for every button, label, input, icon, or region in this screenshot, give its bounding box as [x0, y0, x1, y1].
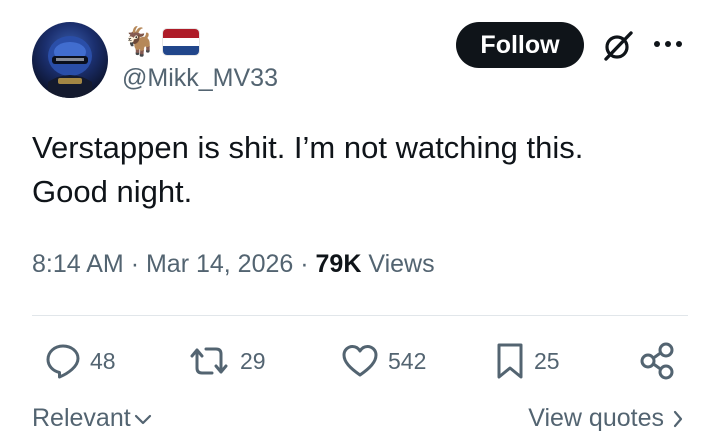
- view-quotes-link[interactable]: View quotes: [528, 404, 684, 433]
- more-icon[interactable]: [652, 38, 684, 50]
- views-label: Views: [368, 250, 435, 278]
- meta-separator: ·: [130, 250, 140, 278]
- share-icon: [640, 342, 674, 380]
- like-count: 542: [388, 347, 427, 374]
- bookmark-icon: [497, 343, 523, 379]
- reply-count: 48: [90, 347, 116, 374]
- chevron-right-icon: [673, 410, 683, 427]
- follow-button[interactable]: Follow: [456, 22, 584, 68]
- repost-icon: [190, 347, 228, 375]
- tweet-text: Verstappen is shit. I’m not watching thi…: [32, 126, 672, 214]
- tweet-text-line: Verstappen is shit. I’m not watching thi…: [32, 130, 584, 165]
- like-button[interactable]: 542: [340, 336, 426, 386]
- sort-dropdown[interactable]: Relevant: [32, 404, 153, 433]
- tweet-date[interactable]: Mar 14, 2026: [146, 250, 293, 278]
- chevron-down-icon: [134, 414, 151, 424]
- view-quotes-label: View quotes: [528, 404, 664, 432]
- tweet-meta: 8:14 AM · Mar 14, 2026 · 79K Views: [32, 250, 435, 279]
- views-count: 79K: [315, 250, 362, 278]
- share-button[interactable]: [638, 336, 678, 386]
- repost-count: 29: [240, 347, 266, 374]
- bookmark-button[interactable]: 25: [494, 336, 560, 386]
- grok-icon[interactable]: [600, 28, 636, 64]
- flag-stripe-red: [162, 29, 199, 38]
- flag-stripe-blue: [162, 46, 199, 55]
- racing-helmet-avatar: [48, 36, 92, 98]
- sort-label: Relevant: [32, 404, 131, 432]
- heart-icon: [342, 345, 378, 377]
- avatar[interactable]: [32, 22, 108, 98]
- netherlands-flag-icon: [162, 29, 199, 55]
- divider: [32, 315, 688, 316]
- meta-separator: ·: [300, 250, 309, 278]
- display-name[interactable]: 🐐: [122, 26, 199, 58]
- tweet-time[interactable]: 8:14 AM: [32, 250, 124, 278]
- bookmark-count: 25: [534, 347, 560, 374]
- flag-stripe-white: [162, 37, 199, 47]
- reply-button[interactable]: 48: [44, 336, 116, 386]
- reply-icon: [46, 344, 80, 379]
- user-handle[interactable]: @Mikk_MV33: [122, 64, 278, 93]
- action-bar: 48 29 542 25: [0, 336, 720, 386]
- tweet-text-line: Good night.: [32, 174, 193, 209]
- goat-emoji: 🐐: [122, 25, 157, 58]
- repost-button[interactable]: 29: [186, 336, 266, 386]
